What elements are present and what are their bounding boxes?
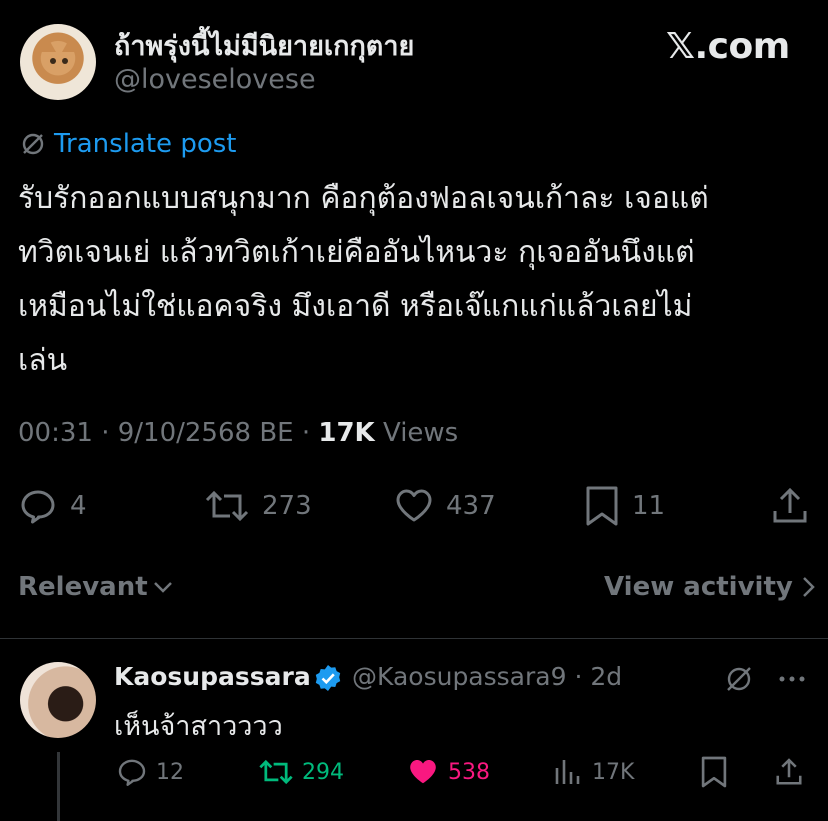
- reply-text: เห็นจ้าสาวววว: [114, 711, 283, 742]
- reply-icon: [21, 490, 55, 524]
- view-activity-label: View activity: [604, 572, 793, 602]
- chevron-down-icon: [153, 582, 172, 593]
- reply-actions: 12 294 538 17K: [0, 752, 828, 792]
- bookmark-count: 11: [632, 491, 666, 521]
- post-meta: 00:31 · 9/10/2568 BE · 17K Views: [18, 418, 458, 448]
- meta-separator: ·: [92, 418, 118, 448]
- chevron-right-icon: [802, 577, 815, 597]
- reply-reply-count: 12: [156, 759, 184, 785]
- author-handle[interactable]: @loveselovese: [114, 64, 316, 95]
- views-count: 17K: [318, 418, 375, 448]
- grok-button[interactable]: [724, 664, 754, 694]
- reply-author-name[interactable]: Kaosupassara: [114, 662, 311, 691]
- post-date[interactable]: 9/10/2568 BE: [118, 418, 294, 448]
- translate-icon: [22, 133, 44, 155]
- grok-icon: [727, 667, 751, 691]
- reply-like-button[interactable]: 538: [406, 752, 490, 792]
- like-button[interactable]: 437: [394, 484, 496, 528]
- views-icon: [555, 760, 580, 784]
- reply-button[interactable]: 4: [18, 484, 87, 528]
- bookmark-icon: [586, 486, 618, 526]
- translate-post-link[interactable]: Translate post: [20, 128, 236, 160]
- reply-views-button[interactable]: 17K: [552, 752, 634, 792]
- repost-icon: [205, 490, 249, 522]
- reply-repost-button[interactable]: 294: [258, 752, 344, 792]
- reply-icon: [118, 759, 146, 786]
- reply-share-button[interactable]: [774, 752, 804, 792]
- divider: [0, 638, 828, 639]
- share-icon: [776, 758, 802, 785]
- reply-bookmark-button[interactable]: [700, 752, 728, 792]
- reply-author-handle[interactable]: @Kaosupassara9: [352, 662, 567, 691]
- more-icon: [779, 676, 805, 682]
- author-display-name[interactable]: ถ้าพรุ่งนี้ไม่มีนิยายเกกุตาย: [114, 24, 414, 67]
- post-time[interactable]: 00:31: [18, 418, 93, 448]
- reply-repost-count: 294: [302, 759, 344, 785]
- like-icon: [396, 489, 432, 522]
- reply-like-count: 538: [448, 759, 490, 785]
- views-label: Views: [374, 418, 459, 448]
- repost-button[interactable]: 273: [204, 484, 312, 528]
- view-activity-link[interactable]: View activity: [604, 572, 817, 602]
- share-icon: [773, 487, 807, 523]
- bookmark-button[interactable]: 11: [584, 484, 665, 528]
- sort-replies-dropdown[interactable]: Relevant: [18, 572, 174, 602]
- like-count: 437: [446, 491, 496, 521]
- meta-separator: ·: [293, 418, 319, 448]
- reply-count: 4: [70, 491, 87, 521]
- reply-reply-button[interactable]: 12: [116, 752, 184, 792]
- post-actions: 4 273 437 11: [0, 484, 828, 528]
- reply-author-meta: @Kaosupassara9 · 2d: [352, 662, 622, 691]
- share-button[interactable]: [770, 484, 810, 528]
- repost-icon: [259, 759, 293, 785]
- author-avatar[interactable]: [20, 24, 96, 100]
- translate-label: Translate post: [54, 129, 237, 159]
- reply-age[interactable]: · 2d: [567, 662, 622, 691]
- sort-label: Relevant: [18, 572, 148, 602]
- more-options-button[interactable]: [776, 664, 808, 694]
- reply-author-avatar[interactable]: [20, 662, 96, 738]
- reply-views-count: 17K: [592, 759, 635, 785]
- verified-icon: [314, 664, 342, 692]
- x-brand-logo: 𝕏.com: [666, 26, 790, 67]
- like-icon: [410, 760, 436, 784]
- repost-count: 273: [262, 491, 312, 521]
- bookmark-icon: [701, 756, 727, 788]
- post-text: รับรักออกแบบสนุกมาก คือกุต้องฟอลเจนเก้าล…: [18, 181, 709, 378]
